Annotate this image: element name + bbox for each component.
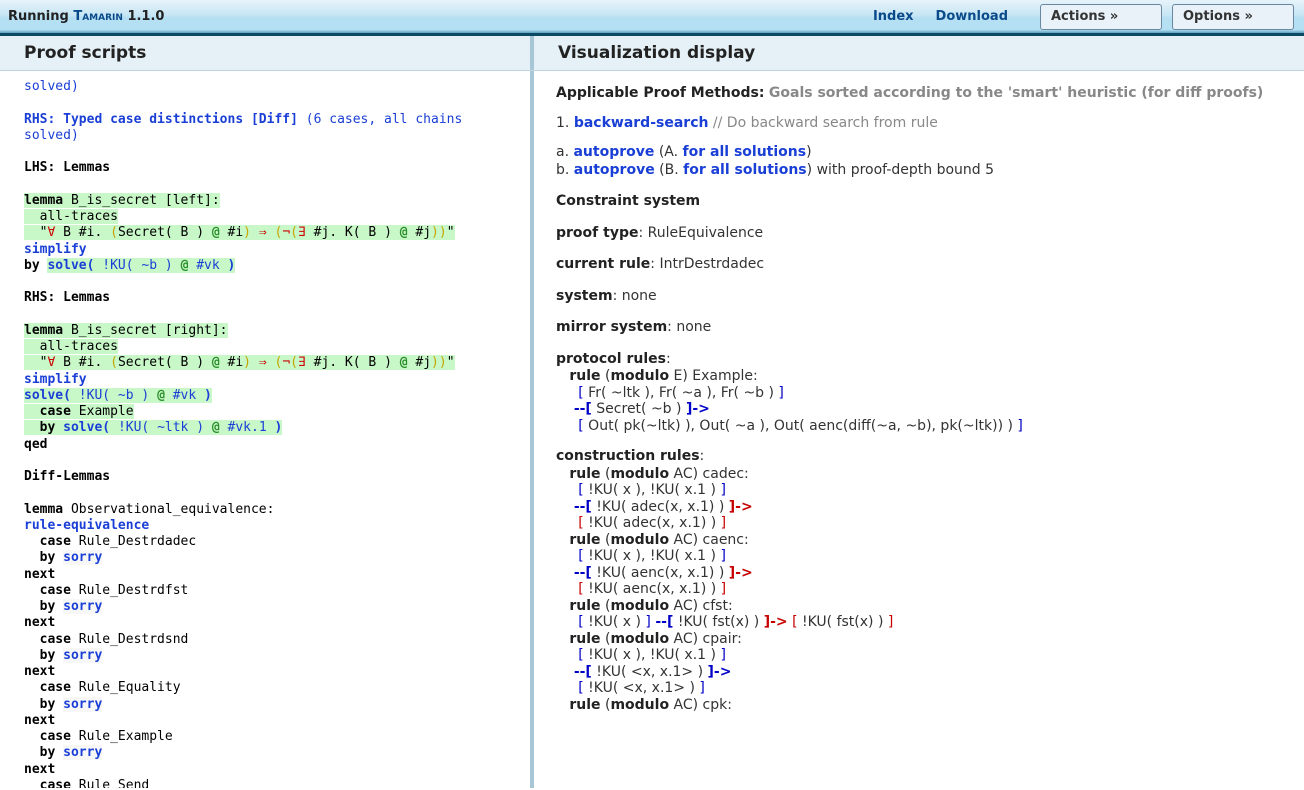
mirror-system-label: mirror system — [556, 319, 667, 335]
protocol-rules-colon: : — [666, 351, 671, 367]
version-label: 1.1.0 — [127, 9, 164, 24]
running-label: Running — [8, 9, 69, 24]
proof-scripts-header: Proof scripts — [0, 36, 534, 70]
apm-label: Applicable Proof Methods: — [556, 85, 764, 101]
rule-cadec-block: rule (modulo AC) cadec: [ !KU( x ), !KU(… — [556, 466, 1286, 532]
constraint-system-title: Constraint system — [556, 193, 1286, 211]
autoprove-b-link[interactable]: autoprove — [574, 162, 655, 178]
system-val: : none — [613, 288, 657, 304]
apm-desc: Goals sorted according to the 'smart' he… — [769, 85, 1263, 101]
rule-cpair-block: rule (modulo AC) cpair: [ !KU( x ), !KU(… — [556, 631, 1286, 697]
construction-rules-colon: : — [700, 448, 705, 464]
app-title: Running Tamarin 1.1.0 — [8, 0, 164, 35]
autoprove-a-mid: (A. — [654, 144, 682, 160]
tamarin-label: Tamarin — [73, 9, 123, 24]
section-headers: Proof scripts Visualization display — [0, 36, 1304, 71]
backward-search-num: 1. — [556, 115, 569, 131]
backward-search-tail: // Do backward search from rule — [708, 115, 937, 131]
protocol-rules-label: protocol rules — [556, 351, 666, 367]
rule-caenc-block: rule (modulo AC) caenc: [ !KU( x ), !KU(… — [556, 532, 1286, 598]
rule-cpk-block: rule (modulo AC) cpk: — [556, 697, 1286, 714]
proof-code: solved) RHS: Typed case distinctions [Di… — [0, 71, 530, 788]
autoprove-a-num: a. — [556, 144, 569, 160]
visualization-panel[interactable]: Applicable Proof Methods: Goals sorted a… — [534, 71, 1304, 788]
autoprove-a-tail: ) — [806, 144, 811, 160]
current-rule-label: current rule — [556, 256, 650, 272]
mirror-system-val: : none — [667, 319, 711, 335]
autoprove-b-mid: (B. — [655, 162, 683, 178]
rule-example-block: rule (modulo E) Example: [ Fr( ~ltk ), F… — [556, 368, 1286, 434]
topbar: Running Tamarin 1.1.0 Index Download Act… — [0, 0, 1304, 36]
autoprove-a-link[interactable]: autoprove — [573, 144, 654, 160]
rule-cfst-block: rule (modulo AC) cfst: [ !KU( x ) ] --[ … — [556, 598, 1286, 631]
options-menu[interactable]: Options » — [1172, 4, 1294, 30]
autoprove-b-all[interactable]: for all solutions — [683, 162, 807, 178]
system-label: system — [556, 288, 613, 304]
visualization-content: Applicable Proof Methods: Goals sorted a… — [534, 71, 1304, 753]
main-content: solved) RHS: Typed case distinctions [Di… — [0, 71, 1304, 788]
actions-menu[interactable]: Actions » — [1040, 4, 1162, 30]
proof-type-label: proof type — [556, 225, 638, 241]
backward-search-link[interactable]: backward-search — [574, 115, 709, 131]
autoprove-a-all[interactable]: for all solutions — [683, 144, 807, 160]
autoprove-b-num: b. — [556, 162, 569, 178]
proof-scripts-panel[interactable]: solved) RHS: Typed case distinctions [Di… — [0, 71, 534, 788]
construction-rules-label: construction rules — [556, 448, 700, 464]
index-link[interactable]: Index — [873, 0, 914, 35]
proof-type-val: : RuleEquivalence — [638, 225, 763, 241]
download-link[interactable]: Download — [936, 0, 1008, 35]
autoprove-b-tail: ) with proof-depth bound 5 — [807, 162, 994, 178]
visualization-header: Visualization display — [534, 36, 1304, 70]
current-rule-val: : IntrDestrdadec — [650, 256, 764, 272]
